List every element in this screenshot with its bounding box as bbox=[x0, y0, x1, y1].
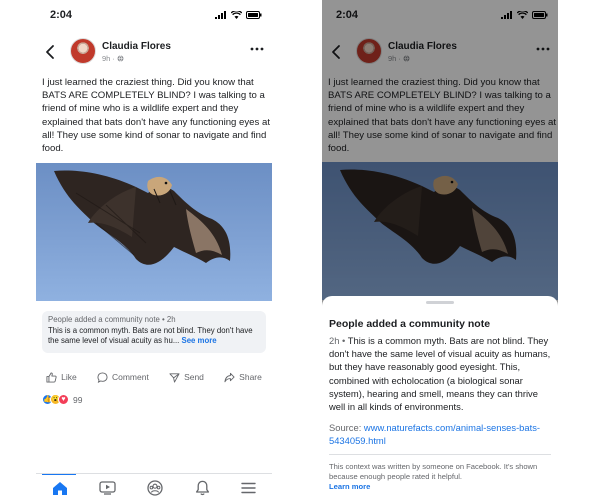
wifi-icon bbox=[231, 11, 242, 19]
sheet-drag-handle[interactable] bbox=[426, 301, 454, 304]
community-note-screen: 2:04 Claudia Flores 9h · I just learned … bbox=[322, 0, 558, 502]
post-screen: 2:04 Claudia Flores 9h · I just learned … bbox=[36, 0, 272, 502]
globe-icon bbox=[117, 55, 124, 62]
reactions-summary[interactable]: 👍 😮 ♥ 99 bbox=[42, 394, 82, 405]
community-note-title: People added a community note bbox=[329, 318, 491, 330]
status-bar: 2:04 bbox=[36, 0, 272, 34]
post-actions: Like Comment Send Share bbox=[36, 368, 272, 386]
community-note-title: People added a community note • 2h bbox=[48, 315, 176, 324]
post-header: Claudia Flores 9h · bbox=[36, 34, 272, 70]
share-button[interactable]: Share bbox=[224, 372, 262, 383]
menu-icon[interactable] bbox=[241, 482, 256, 494]
author-name[interactable]: Claudia Flores bbox=[102, 41, 171, 52]
note-time: 2h bbox=[329, 335, 340, 346]
community-note-body: This is a common myth. Bats are not blin… bbox=[48, 326, 253, 345]
note-source: Source: www.naturefacts.com/animal-sense… bbox=[329, 422, 541, 446]
more-options-icon[interactable] bbox=[250, 46, 264, 52]
avatar[interactable] bbox=[70, 38, 96, 64]
community-note-preview[interactable]: People added a community note • 2h This … bbox=[42, 311, 266, 353]
home-icon[interactable] bbox=[52, 481, 68, 496]
bat-photo[interactable] bbox=[36, 163, 272, 301]
like-button[interactable]: Like bbox=[46, 371, 77, 383]
comment-icon bbox=[97, 371, 108, 383]
video-icon[interactable] bbox=[99, 481, 116, 495]
see-more-link[interactable]: See more bbox=[182, 336, 217, 345]
share-icon bbox=[224, 372, 235, 382]
reaction-count: 99 bbox=[73, 394, 83, 405]
bell-icon[interactable] bbox=[195, 480, 210, 496]
love-reaction-icon: ♥ bbox=[58, 394, 69, 405]
post-meta: 9h · bbox=[102, 54, 124, 63]
thumbs-up-icon bbox=[46, 371, 57, 383]
signal-icon bbox=[215, 11, 226, 19]
divider bbox=[329, 454, 551, 455]
back-arrow-icon[interactable] bbox=[44, 44, 58, 60]
send-icon bbox=[169, 372, 180, 383]
post-text: I just learned the craziest thing. Did y… bbox=[42, 77, 270, 155]
learn-more-link[interactable]: Learn more bbox=[329, 482, 370, 491]
bottom-tab-bar bbox=[36, 473, 272, 502]
comment-button[interactable]: Comment bbox=[97, 371, 149, 383]
post-time: 9h bbox=[102, 54, 111, 63]
send-button[interactable]: Send bbox=[169, 372, 204, 383]
community-note-body: 2h • This is a common myth. Bats are not… bbox=[329, 335, 551, 413]
note-footer: This context was written by someone on F… bbox=[329, 462, 538, 491]
battery-icon bbox=[246, 11, 262, 19]
community-note-sheet: People added a community note 2h • This … bbox=[322, 296, 558, 502]
groups-icon[interactable] bbox=[147, 480, 164, 496]
status-time: 2:04 bbox=[50, 9, 73, 21]
